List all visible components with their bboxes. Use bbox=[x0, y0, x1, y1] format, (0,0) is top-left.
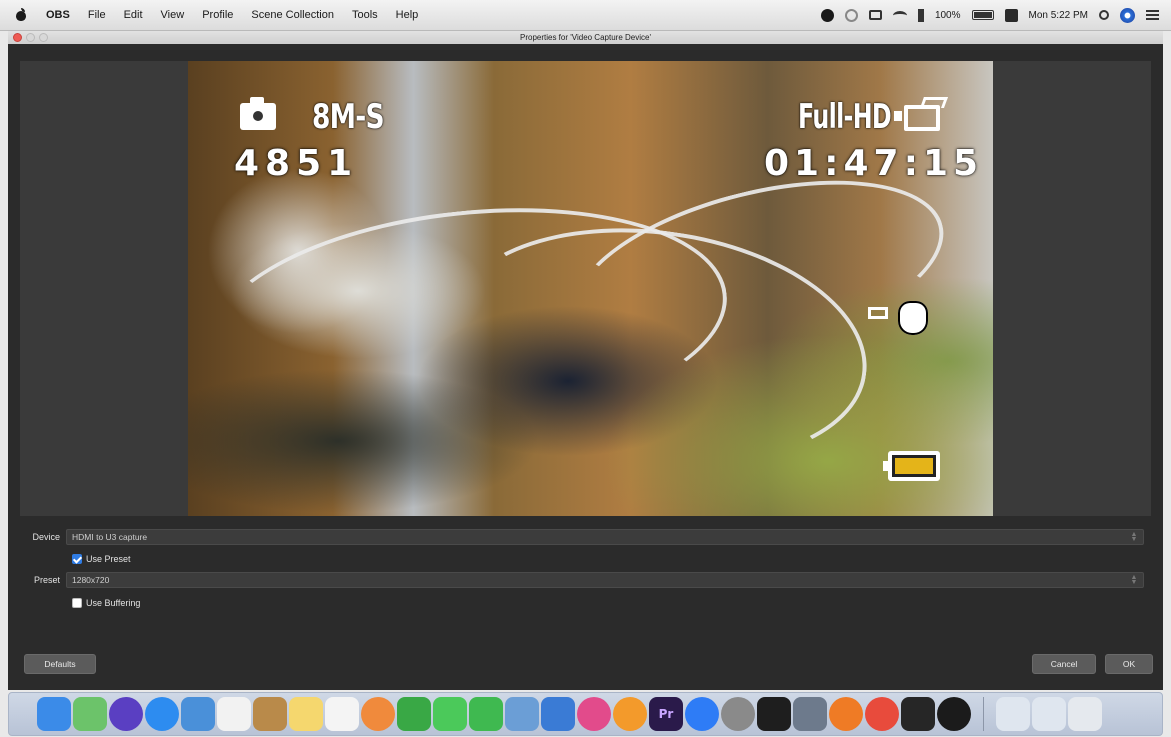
wifi-icon[interactable] bbox=[892, 10, 907, 20]
battery-icon[interactable] bbox=[971, 10, 994, 20]
siri-icon[interactable] bbox=[1120, 7, 1135, 23]
use-buffering-checkbox[interactable] bbox=[72, 598, 82, 608]
menu-tools[interactable]: Tools bbox=[343, 9, 387, 21]
terminal-icon[interactable] bbox=[757, 697, 791, 731]
itunes-icon[interactable] bbox=[577, 697, 611, 731]
menu-app-obs[interactable]: OBS bbox=[42, 9, 79, 21]
defaults-button[interactable]: Defaults bbox=[24, 654, 96, 674]
menu-help[interactable]: Help bbox=[387, 9, 428, 21]
appstore-icon[interactable] bbox=[685, 697, 719, 731]
siri-icon[interactable] bbox=[109, 697, 143, 731]
window-title: Properties for 'Video Capture Device' bbox=[520, 33, 651, 42]
menu-clock[interactable]: Mon 5:22 PM bbox=[1029, 10, 1088, 21]
select-arrows-icon: ▲ ▼ bbox=[1130, 531, 1138, 543]
device-label: Device bbox=[32, 532, 60, 542]
preset-row: Preset 1280x720 ▲ ▼ bbox=[8, 572, 1144, 588]
preset-label: Preset bbox=[33, 575, 60, 585]
downloads-folder-icon[interactable] bbox=[1032, 697, 1066, 731]
documents-folder-icon[interactable] bbox=[996, 697, 1030, 731]
menu-file[interactable]: File bbox=[79, 9, 115, 21]
spotlight-search-icon[interactable] bbox=[1099, 10, 1109, 20]
calendar-icon[interactable] bbox=[217, 697, 251, 731]
battery-percent[interactable]: 100% bbox=[935, 10, 961, 21]
osd-photo-mode: 8M-S bbox=[312, 97, 385, 137]
osd-timecode: 01:47:15 bbox=[764, 143, 984, 184]
firefox-icon[interactable] bbox=[829, 697, 863, 731]
keynote-icon[interactable] bbox=[541, 697, 575, 731]
screen-record-icon[interactable] bbox=[844, 8, 858, 22]
migration-icon[interactable] bbox=[793, 697, 827, 731]
contacts-icon[interactable] bbox=[253, 697, 287, 731]
messages-icon[interactable] bbox=[433, 697, 467, 731]
device-row: Device HDMI to U3 capture ▲ ▼ bbox=[8, 529, 1144, 545]
select-arrows-icon: ▲ ▼ bbox=[1130, 574, 1138, 586]
volume-icon[interactable] bbox=[917, 8, 924, 22]
preset-select[interactable]: 1280x720 ▲ ▼ bbox=[66, 572, 1144, 588]
properties-window: Properties for 'Video Capture Device' 8M… bbox=[8, 31, 1163, 690]
use-buffering-label: Use Buffering bbox=[86, 598, 141, 608]
use-buffering-row[interactable]: Use Buffering bbox=[72, 598, 140, 608]
preview-icon[interactable] bbox=[505, 697, 539, 731]
reminders-icon[interactable] bbox=[325, 697, 359, 731]
window-minimize-button[interactable] bbox=[26, 33, 35, 42]
maps-icon[interactable] bbox=[73, 697, 107, 731]
menu-scene-collection[interactable]: Scene Collection bbox=[242, 9, 343, 21]
device-select[interactable]: HDMI to U3 capture ▲ ▼ bbox=[66, 529, 1144, 545]
window-titlebar: Properties for 'Video Capture Device' bbox=[8, 31, 1163, 44]
premiere-label: Pr bbox=[658, 707, 674, 721]
obs-status-icon[interactable] bbox=[820, 8, 834, 22]
menu-edit[interactable]: Edit bbox=[115, 9, 152, 21]
window-zoom-button[interactable] bbox=[39, 33, 48, 42]
finder-icon[interactable] bbox=[37, 697, 71, 731]
osd-video-quality: Full-HD bbox=[798, 97, 892, 137]
apple-menu-icon[interactable] bbox=[14, 8, 28, 22]
use-preset-label: Use Preset bbox=[86, 554, 131, 564]
menu-view[interactable]: View bbox=[152, 9, 194, 21]
system-preferences-icon[interactable] bbox=[721, 697, 755, 731]
airplay-icon[interactable] bbox=[868, 10, 882, 20]
safari-icon[interactable] bbox=[145, 697, 179, 731]
photos-icon[interactable] bbox=[361, 697, 395, 731]
obs-icon[interactable] bbox=[937, 697, 971, 731]
ok-button[interactable]: OK bbox=[1105, 654, 1153, 674]
video-preview: 8M-S 4851 Full-HD 01:47:15 bbox=[188, 61, 993, 516]
device-value: HDMI to U3 capture bbox=[72, 532, 148, 542]
use-preset-checkbox[interactable] bbox=[72, 554, 82, 564]
image-stabilizer-icon bbox=[868, 301, 940, 335]
dock: Pr bbox=[8, 692, 1163, 736]
facetime-icon[interactable] bbox=[469, 697, 503, 731]
menu-profile[interactable]: Profile bbox=[193, 9, 242, 21]
notification-center-icon[interactable] bbox=[1146, 10, 1159, 20]
camera-icon bbox=[240, 97, 276, 130]
dock-separator bbox=[983, 697, 984, 731]
console-icon[interactable] bbox=[901, 697, 935, 731]
window-close-button[interactable] bbox=[13, 33, 22, 42]
battery-level-icon bbox=[883, 451, 940, 481]
use-preset-row[interactable]: Use Preset bbox=[72, 554, 131, 564]
ibooks-icon[interactable] bbox=[613, 697, 647, 731]
menu-bar: OBS File Edit View Profile Scene Collect… bbox=[0, 0, 1171, 31]
video-camera-icon bbox=[894, 105, 940, 131]
input-source-icon[interactable] bbox=[1004, 8, 1018, 22]
cancel-button[interactable]: Cancel bbox=[1032, 654, 1096, 674]
premiere-icon[interactable]: Pr bbox=[649, 697, 683, 731]
numbers-icon[interactable] bbox=[397, 697, 431, 731]
preview-area: 8M-S 4851 Full-HD 01:47:15 bbox=[20, 61, 1151, 516]
trash-icon[interactable] bbox=[1068, 697, 1102, 731]
osd-shot-count: 4851 bbox=[234, 143, 359, 184]
photo-icon[interactable] bbox=[181, 697, 215, 731]
preset-value: 1280x720 bbox=[72, 575, 110, 585]
chrome-icon[interactable] bbox=[865, 697, 899, 731]
notes-icon[interactable] bbox=[289, 697, 323, 731]
